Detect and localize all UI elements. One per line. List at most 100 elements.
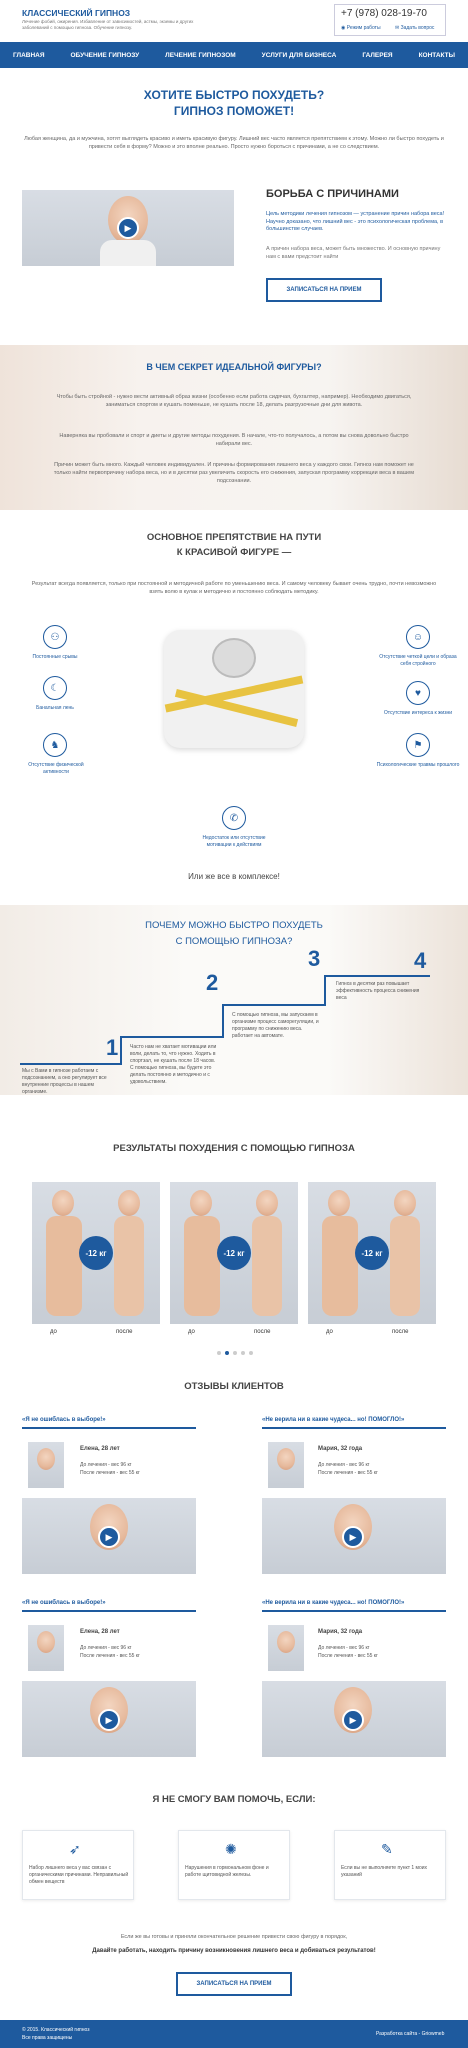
book-button-top[interactable]: ЗАПИСАТЬСЯ НА ПРИЕМ xyxy=(266,278,382,302)
nav-gallery[interactable]: ГАЛЕРЕЯ xyxy=(362,52,392,59)
trauma-icon: ⚑ xyxy=(406,733,430,757)
goal-icon: ☺ xyxy=(406,625,430,649)
copyright: © 2015. Классический гипноз xyxy=(22,2027,90,2033)
result-photo-3: -12 кг xyxy=(308,1182,436,1324)
step-4-line xyxy=(326,975,430,977)
review-3-before: До лечения - вес 96 кг xyxy=(80,1645,132,1651)
logo[interactable]: КЛАССИЧЕСКИЙ ГИПНОЗ xyxy=(22,8,130,18)
carousel-dot[interactable] xyxy=(241,1351,245,1355)
results-title: РЕЗУЛЬТАТЫ ПОХУДЕНИЯ С ПОМОЩЬЮ ГИПНОЗА xyxy=(113,1143,355,1154)
carousel-dot[interactable] xyxy=(217,1351,221,1355)
secret-p1: Чтобы быть стройной - нужно вести активн… xyxy=(56,394,412,408)
fish-icon: ➶ xyxy=(69,1841,81,1857)
step-2-line xyxy=(122,1036,222,1038)
weight-loss-badge-3: -12 кг xyxy=(355,1236,389,1270)
review-1-name: Елена, 28 лет xyxy=(80,1446,120,1452)
fight-text-2: А причин набора веса, может быть множест… xyxy=(266,246,441,260)
carousel-dot[interactable] xyxy=(249,1351,253,1355)
step-3-line xyxy=(224,1004,324,1006)
main-nav: ГЛАВНАЯ ОБУЧЕНИЕ ГИПНОЗУ ЛЕЧЕНИЕ ГИПНОЗО… xyxy=(0,42,468,68)
review-4-video[interactable]: ▶ xyxy=(262,1681,446,1757)
review-4-name: Мария, 32 года xyxy=(318,1629,363,1635)
item-trauma: Психологические травмы прошлого xyxy=(376,762,460,768)
scale-image xyxy=(164,630,304,748)
review-4-after: После лечения - вес 55 кг xyxy=(318,1653,378,1659)
carousel-dot-active[interactable] xyxy=(225,1351,229,1355)
before-label-1: до xyxy=(50,1329,57,1335)
laziness-icon: ☾ xyxy=(43,676,67,700)
item-laziness: Банальная лень xyxy=(36,705,74,711)
review-2-before: До лечения - вес 96 кг xyxy=(318,1462,370,1468)
step-1-line xyxy=(20,1063,120,1065)
cant-card-2: ✺ Нарушения в гормональном фоне и работе… xyxy=(178,1830,290,1900)
cant-card-1: ➶ Набор лишнего веса у вас связан с орга… xyxy=(22,1830,134,1900)
rights: Все права защищены xyxy=(22,2035,73,2041)
review-1-before: До лечения - вес 96 кг xyxy=(80,1462,132,1468)
review-2-title: «Не верила ни в какие чудеса... но! ПОМО… xyxy=(262,1417,405,1423)
interest-icon: ♥ xyxy=(406,681,430,705)
obstacle-text: Результат всегда появляется, только при … xyxy=(31,581,437,595)
step-4-text: Гипноз в десятки раз повышает эффективно… xyxy=(336,981,420,1001)
review-3-name: Елена, 28 лет xyxy=(80,1629,120,1635)
video-thumbnail[interactable]: ▶ xyxy=(22,190,234,266)
item-interest: Отсутствие интереса к жизни xyxy=(383,710,453,716)
contact-box: +7 (978) 028-19-70 ◉ Режим работы ✉ Зада… xyxy=(334,4,446,36)
review-2-after: После лечения - вес 55 кг xyxy=(318,1470,378,1476)
header: КЛАССИЧЕСКИЙ ГИПНОЗ Лечение фобий, ожире… xyxy=(0,0,468,42)
developer-link[interactable]: Разработка сайта - Griowmeb xyxy=(376,2031,444,2037)
play-icon[interactable]: ▶ xyxy=(342,1709,364,1731)
play-icon[interactable]: ▶ xyxy=(117,217,139,239)
before-label-3: до xyxy=(326,1329,333,1335)
before-label-2: до xyxy=(188,1329,195,1335)
carousel-dot[interactable] xyxy=(233,1351,237,1355)
nav-home[interactable]: ГЛАВНАЯ xyxy=(13,52,45,59)
obstacle-title-2: К КРАСИВОЙ ФИГУРЕ — xyxy=(176,547,292,558)
hero-title-1: ХОТИТЕ БЫСТРО ПОХУДЕТЬ? xyxy=(143,88,325,102)
cant-item-2: Нарушения в гормональном фоне и работе щ… xyxy=(185,1865,269,1878)
review-1-after: После лечения - вес 55 кг xyxy=(80,1470,140,1476)
carousel-dots xyxy=(217,1351,253,1355)
nav-contacts[interactable]: КОНТАКТЫ xyxy=(419,52,455,59)
fight-text-1: Цель методики лечения гипнозом — устране… xyxy=(266,211,445,232)
play-icon[interactable]: ▶ xyxy=(98,1709,120,1731)
result-photo-1: -12 кг xyxy=(32,1182,160,1324)
step-4-number: 4 xyxy=(414,948,427,973)
tagline: Лечение фобий, ожирения. Избавление от з… xyxy=(22,19,194,30)
secret-p3: Причин может быть много. Каждый человек … xyxy=(53,462,415,484)
ask-link[interactable]: ✉ Задать вопрос xyxy=(395,25,434,31)
review-3-video[interactable]: ▶ xyxy=(22,1681,196,1757)
cant-card-3: ✎ Если вы не выполняете пункт 1 моих ука… xyxy=(334,1830,446,1900)
step-2-text: Часто нам не хватает мотивации или воли,… xyxy=(130,1044,217,1085)
play-icon[interactable]: ▶ xyxy=(342,1526,364,1548)
review-1-video[interactable]: ▶ xyxy=(22,1498,196,1574)
book-button-bottom[interactable]: ЗАПИСАТЬСЯ НА ПРИЕМ xyxy=(176,1972,292,1996)
nav-training[interactable]: ОБУЧЕНИЕ ГИПНОЗУ xyxy=(71,52,140,59)
secret-title: В ЧЕМ СЕКРЕТ ИДЕАЛЬНОЙ ФИГУРЫ? xyxy=(146,362,322,372)
review-4-avatar xyxy=(268,1625,304,1671)
schedule-link[interactable]: ◉ Режим работы xyxy=(341,25,381,31)
play-icon[interactable]: ▶ xyxy=(98,1526,120,1548)
footer: © 2015. Классический гипноз Все права за… xyxy=(0,2020,468,2048)
step-1-number: 1 xyxy=(106,1035,119,1060)
hero-text: Любая женщина, да и мужчина, хотят выгля… xyxy=(24,136,444,150)
document-icon: ✎ xyxy=(381,1841,393,1857)
review-2-name: Мария, 32 года xyxy=(318,1446,363,1452)
nav-business[interactable]: УСЛУГИ ДЛЯ БИЗНЕСА xyxy=(262,52,337,59)
activity-icon: ♞ xyxy=(43,733,67,757)
item-motivation: Недостаток или отсутствие мотивации к де… xyxy=(202,835,266,848)
reviews-title: ОТЗЫВЫ КЛИЕНТОВ xyxy=(184,1381,284,1392)
review-2-avatar xyxy=(268,1442,304,1488)
result-photo-2: -12 кг xyxy=(170,1182,298,1324)
review-4-before: До лечения - вес 96 кг xyxy=(318,1645,370,1651)
why-title-1: ПОЧЕМУ МОЖНО БЫСТРО ПОХУДЕТЬ xyxy=(145,920,323,931)
secret-p2: Наверняка вы пробовали и спорт и диеты и… xyxy=(59,433,409,447)
item-goal: Отсутствие четкой цели и образа себя стр… xyxy=(379,654,457,667)
virus-icon: ✺ xyxy=(225,1841,237,1857)
item-activity: Отсутствие физической активности xyxy=(28,762,84,775)
nav-treatment[interactable]: ЛЕЧЕНИЕ ГИПНОЗОМ xyxy=(165,52,236,59)
review-3-title: «Я не ошиблась в выборе!» xyxy=(22,1600,106,1606)
review-2-video[interactable]: ▶ xyxy=(262,1498,446,1574)
cant-title: Я НЕ СМОГУ ВАМ ПОМОЧЬ, ЕСЛИ: xyxy=(152,1794,316,1805)
phone[interactable]: +7 (978) 028-19-70 xyxy=(341,8,427,19)
why-title-2: С ПОМОЩЬЮ ГИПНОЗА? xyxy=(175,936,293,947)
